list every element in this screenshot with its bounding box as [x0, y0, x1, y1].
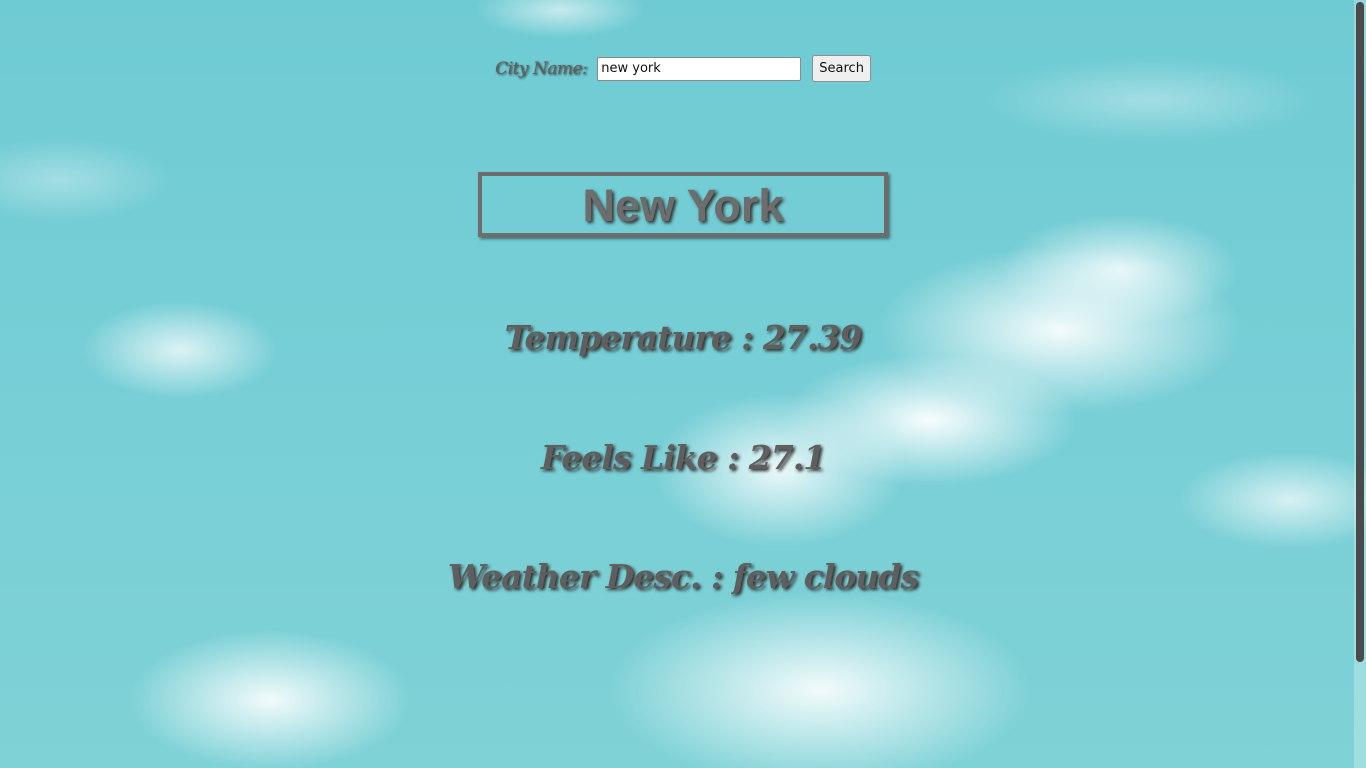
scrollbar-thumb[interactable]: [1356, 2, 1364, 662]
city-name-input[interactable]: [597, 56, 802, 81]
search-button[interactable]: Search: [812, 55, 871, 82]
search-bar: City Name: Search: [0, 55, 1366, 82]
vertical-scrollbar[interactable]: [1354, 0, 1366, 768]
city-title-box: New York: [478, 172, 888, 237]
feels-like-text: Feels Like : 27.1: [540, 438, 826, 477]
city-name-label: City Name:: [495, 58, 588, 79]
temperature-text: Temperature : 27.39: [504, 318, 863, 357]
city-title: New York: [582, 179, 784, 231]
weather-description-text: Weather Desc. : few clouds: [447, 557, 919, 596]
